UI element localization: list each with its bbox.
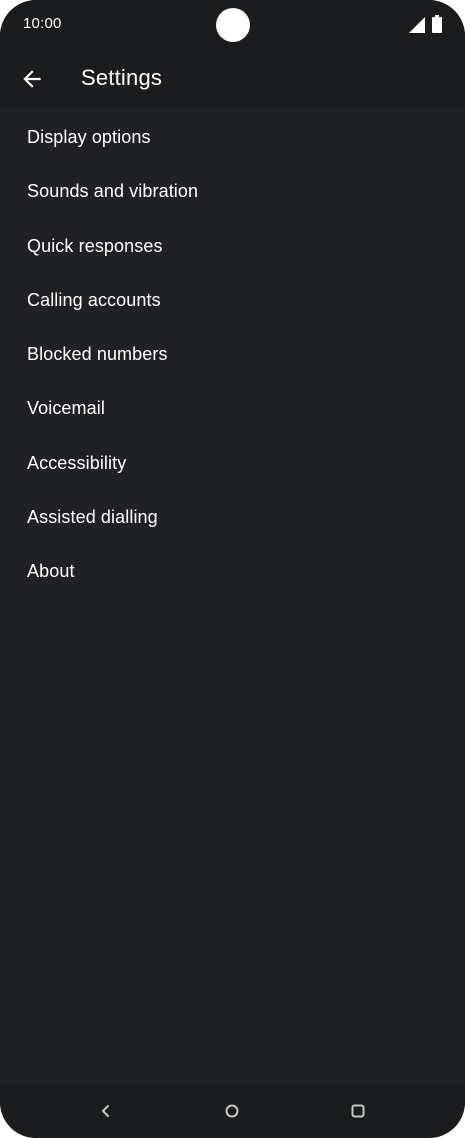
settings-item-quick-responses[interactable]: Quick responses <box>0 219 465 273</box>
settings-item-display-options[interactable]: Display options <box>0 110 465 164</box>
back-arrow-icon[interactable] <box>19 66 45 92</box>
settings-item-calling-accounts[interactable]: Calling accounts <box>0 273 465 327</box>
settings-list: Display options Sounds and vibration Qui… <box>0 110 465 599</box>
settings-item-sounds-and-vibration[interactable]: Sounds and vibration <box>0 164 465 218</box>
status-bar: 10:00 <box>0 0 465 50</box>
settings-item-blocked-numbers[interactable]: Blocked numbers <box>0 327 465 381</box>
app-bar: Settings <box>0 50 465 108</box>
system-navigation-bar <box>0 1084 465 1138</box>
nav-recents-icon[interactable] <box>351 1104 365 1118</box>
nav-back-icon[interactable] <box>98 1102 114 1120</box>
settings-item-assisted-dialling[interactable]: Assisted dialling <box>0 490 465 544</box>
front-camera-cutout <box>216 8 250 42</box>
battery-full-icon <box>432 15 442 33</box>
phone-screen: 10:00 Settings Display options Sounds an… <box>0 0 465 1138</box>
settings-item-accessibility[interactable]: Accessibility <box>0 436 465 490</box>
status-time: 10:00 <box>23 15 62 32</box>
page-title: Settings <box>81 65 163 90</box>
settings-item-about[interactable]: About <box>0 544 465 598</box>
cellular-signal-icon <box>409 17 425 33</box>
settings-item-voicemail[interactable]: Voicemail <box>0 381 465 435</box>
nav-home-icon[interactable] <box>225 1104 239 1118</box>
